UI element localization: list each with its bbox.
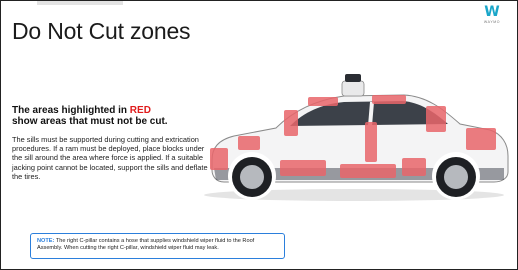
zone-roof-rear <box>372 95 406 104</box>
body-paragraph: The sills must be supported during cutti… <box>12 135 208 181</box>
roof-sensor-cap <box>345 74 361 82</box>
note-text: The right C-pillar contains a hose that … <box>37 238 255 252</box>
front-rim <box>240 165 264 189</box>
vehicle-side-view-icon <box>204 74 509 201</box>
zone-roof-front <box>308 97 338 106</box>
zone-rear-quarter <box>466 128 496 150</box>
zone-c-pillar <box>426 106 446 132</box>
subheading-part-2: show areas that must not be cut. <box>12 116 168 127</box>
zone-sill-rear <box>402 158 426 176</box>
page-title: Do Not Cut zones <box>12 18 191 44</box>
logo-mark: W <box>484 4 500 20</box>
zone-a-pillar <box>284 110 298 136</box>
note-box: NOTE: The right C-pillar contains a hose… <box>30 233 285 259</box>
roof-sensor <box>341 80 365 97</box>
header-bar <box>37 1 123 5</box>
subheading-part-1: The areas highlighted in <box>12 105 130 116</box>
subheading: The areas highlighted in RED show areas t… <box>12 105 212 127</box>
note-label: NOTE: <box>37 238 55 244</box>
rear-rim <box>444 165 468 189</box>
zone-front-fender <box>238 136 260 150</box>
zone-b-pillar <box>365 122 377 162</box>
zone-front-bumper <box>210 148 228 170</box>
subheading-red-word: RED <box>129 105 151 116</box>
zone-sill-front <box>280 160 326 176</box>
zone-sill-center <box>340 164 396 178</box>
waymo-logo-icon: W WAYMO <box>479 5 505 27</box>
slide: W WAYMO Do Not Cut zones The areas highl… <box>0 0 518 270</box>
logo-wordmark: WAYMO <box>483 20 501 24</box>
